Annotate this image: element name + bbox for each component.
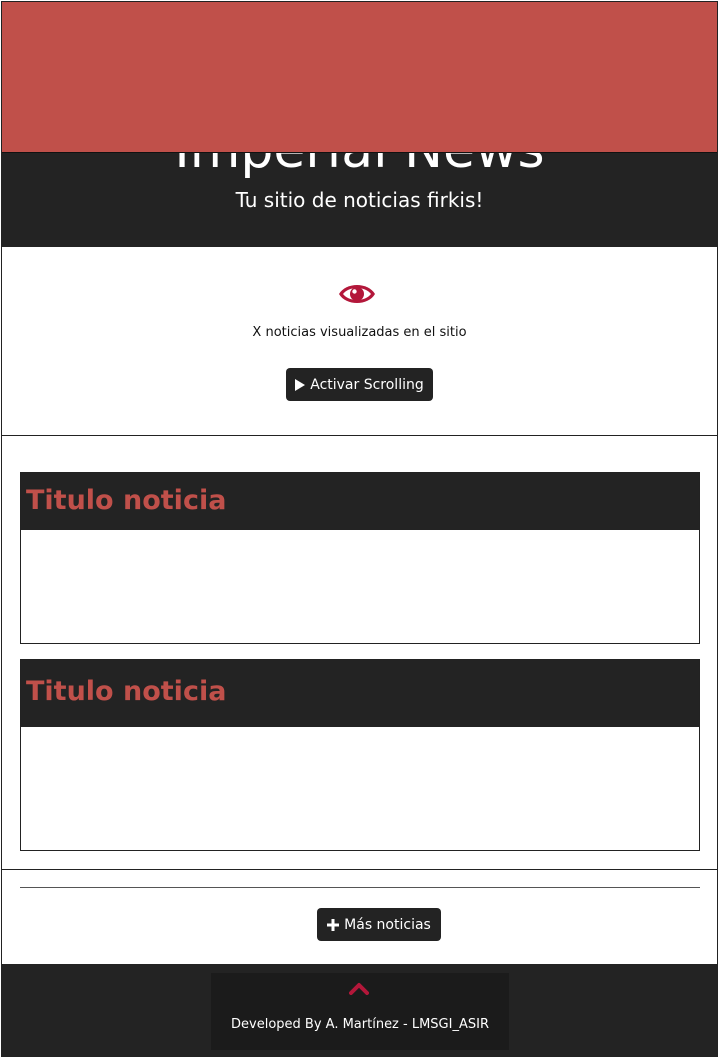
site-subtitle: Tu sitio de noticias firkis! (235, 188, 484, 212)
news-card-header: Titulo noticia (21, 473, 699, 530)
more-news-button[interactable]: Más noticias (317, 908, 441, 941)
play-icon (295, 378, 306, 391)
more-news-label: Más noticias (344, 916, 431, 933)
header-banner-overlay (2, 2, 717, 153)
page-frame: Imperial News Tu sitio de noticias firki… (1, 1, 718, 1057)
eye-icon (339, 285, 375, 303)
footer-box: Developed By A. Martínez - LMSGI_ASIR (211, 973, 509, 1050)
news-card: Titulo noticia (20, 472, 700, 644)
site-footer: Developed By A. Martínez - LMSGI_ASIR (2, 964, 717, 1056)
chevron-up-icon[interactable] (349, 981, 369, 995)
news-title[interactable]: Titulo noticia (26, 483, 226, 519)
activate-scrolling-label: Activar Scrolling (310, 376, 424, 393)
news-card-header: Titulo noticia (21, 660, 699, 727)
section-divider (2, 435, 717, 436)
plus-icon (327, 918, 340, 931)
footer-credits: Developed By A. Martínez - LMSGI_ASIR (231, 1017, 489, 1032)
horizontal-rule (20, 887, 700, 888)
activate-scrolling-button[interactable]: Activar Scrolling (286, 368, 433, 401)
news-card: Titulo noticia (20, 659, 700, 851)
section-divider (2, 869, 717, 870)
visits-counter-text: X noticias visualizadas en el sitio (252, 325, 467, 340)
site-header: Imperial News Tu sitio de noticias firki… (2, 2, 717, 247)
stats-section: X noticias visualizadas en el sitio Acti… (2, 247, 717, 435)
news-title[interactable]: Titulo noticia (26, 674, 226, 710)
news-card-body (21, 530, 699, 643)
